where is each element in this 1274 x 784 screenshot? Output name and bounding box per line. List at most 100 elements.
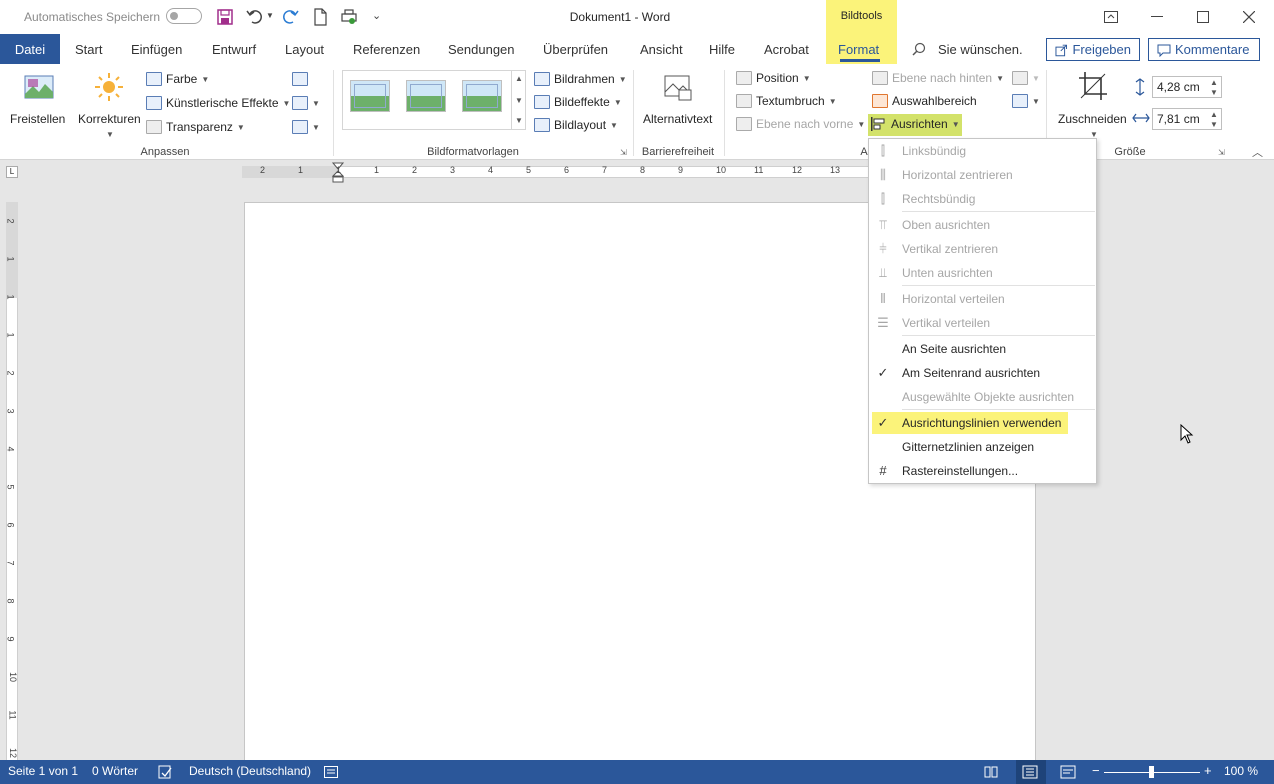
- rotate-icon[interactable]: [1012, 94, 1028, 108]
- print-preview-icon[interactable]: [340, 8, 358, 26]
- proofing-icon[interactable]: [158, 765, 172, 779]
- minimize-icon[interactable]: [1134, 0, 1180, 34]
- menu-item-align-to-margin[interactable]: ✓ Am Seitenrand ausrichten: [869, 361, 1096, 385]
- menu-item-align-to-page[interactable]: An Seite ausrichten: [869, 337, 1096, 361]
- scroll-down-icon[interactable]: ▼: [515, 96, 523, 105]
- wrap-text-button[interactable]: Textumbruch ▼: [736, 94, 837, 108]
- web-layout-icon[interactable]: [1060, 765, 1076, 779]
- selection-pane-button[interactable]: Auswahlbereich: [872, 94, 977, 108]
- color-button[interactable]: Farbe ▼: [146, 72, 209, 86]
- save-icon[interactable]: [216, 8, 234, 26]
- change-picture-icon[interactable]: [292, 96, 308, 110]
- read-mode-icon[interactable]: [984, 765, 998, 779]
- corrections-button[interactable]: Korrekturen ▼: [76, 70, 142, 140]
- print-layout-icon[interactable]: [1022, 765, 1038, 779]
- zoom-slider-thumb[interactable]: [1149, 766, 1154, 778]
- chevron-down-icon[interactable]: ▼: [1032, 97, 1040, 106]
- dialog-launcher-icon[interactable]: ⇲: [1218, 148, 1225, 157]
- width-down-icon[interactable]: ▼: [1210, 120, 1218, 129]
- picture-style-thumbnail[interactable]: [350, 80, 390, 112]
- tab-view[interactable]: Ansicht: [640, 42, 683, 57]
- menu-item-align-right[interactable]: ⫿ Rechtsbündig: [869, 187, 1096, 211]
- macro-recording-icon[interactable]: [324, 766, 338, 778]
- zoom-in-icon[interactable]: +: [1204, 763, 1212, 778]
- chevron-down-icon[interactable]: ▼: [312, 99, 320, 108]
- undo-icon[interactable]: [246, 8, 264, 26]
- tab-start[interactable]: Start: [75, 42, 102, 57]
- new-document-icon[interactable]: [311, 8, 329, 26]
- ruler-number: 4: [488, 165, 494, 175]
- tab-format[interactable]: Format: [838, 42, 879, 57]
- menu-item-align-middle[interactable]: ⫩ Vertikal zentrieren: [869, 237, 1096, 261]
- group-objects-icon[interactable]: [1012, 71, 1028, 85]
- autosave-toggle[interactable]: [166, 8, 202, 24]
- remove-background-button[interactable]: Freistellen: [10, 70, 68, 140]
- picture-layout-button[interactable]: Bildlayout ▼: [534, 118, 618, 132]
- group-separator: [333, 70, 334, 156]
- menu-item-use-alignment-guides[interactable]: ✓ Ausrichtungslinien verwenden: [869, 411, 1096, 435]
- ribbon-display-options-icon[interactable]: [1088, 0, 1134, 34]
- page-count[interactable]: Seite 1 von 1: [8, 764, 78, 778]
- customize-qat-icon[interactable]: ⌄: [372, 9, 381, 22]
- send-backward-button[interactable]: Ebene nach hinten ▼: [872, 71, 1004, 85]
- reset-picture-icon[interactable]: [292, 120, 308, 134]
- tab-help[interactable]: Hilfe: [709, 42, 735, 57]
- lightbulb-search-icon[interactable]: [912, 42, 926, 56]
- tab-file[interactable]: Datei: [0, 34, 60, 64]
- tab-design[interactable]: Entwurf: [212, 42, 256, 57]
- menu-item-label: Oben ausrichten: [902, 218, 991, 232]
- transparency-button[interactable]: Transparenz ▼: [146, 120, 245, 134]
- menu-item-grid-settings[interactable]: # Rastereinstellungen...: [869, 459, 1096, 483]
- tab-selector-icon[interactable]: L: [6, 166, 18, 178]
- word-count[interactable]: 0 Wörter: [92, 764, 138, 778]
- zoom-level[interactable]: 100 %: [1224, 764, 1258, 778]
- zoom-out-icon[interactable]: −: [1092, 763, 1100, 778]
- tab-review[interactable]: Überprüfen: [543, 42, 608, 57]
- collapse-ribbon-icon[interactable]: ︿: [1252, 144, 1263, 160]
- chevron-down-icon[interactable]: ▼: [312, 123, 320, 132]
- maximize-icon[interactable]: [1180, 0, 1226, 34]
- scroll-up-icon[interactable]: ▲: [515, 74, 523, 83]
- crop-button[interactable]: Zuschneiden ▼: [1056, 70, 1130, 140]
- artistic-effects-button[interactable]: Künstlerische Effekte ▼: [146, 96, 290, 110]
- chevron-down-icon[interactable]: ▼: [1032, 74, 1040, 83]
- height-up-icon[interactable]: ▲: [1210, 78, 1218, 87]
- menu-item-distribute-horizontally[interactable]: ⫴ Horizontal verteilen: [869, 287, 1096, 311]
- dialog-launcher-icon[interactable]: ⇲: [620, 148, 627, 157]
- menu-item-align-bottom[interactable]: ⫫ Unten ausrichten: [869, 261, 1096, 285]
- alt-text-button[interactable]: Alternativtext: [640, 70, 716, 140]
- close-icon[interactable]: [1226, 0, 1272, 34]
- ruler-number: 5: [5, 484, 16, 490]
- position-button[interactable]: Position ▼: [736, 71, 811, 85]
- tab-mailings[interactable]: Sendungen: [448, 42, 515, 57]
- menu-item-distribute-vertically[interactable]: ☰ Vertikal verteilen: [869, 311, 1096, 335]
- picture-border-button[interactable]: Bildrahmen ▼: [534, 72, 627, 86]
- menu-item-align-selected-objects[interactable]: Ausgewählte Objekte ausrichten: [869, 385, 1096, 409]
- align-button[interactable]: Ausrichten ▼: [871, 117, 960, 131]
- tab-references[interactable]: Referenzen: [353, 42, 420, 57]
- tab-acrobat[interactable]: Acrobat: [764, 42, 809, 57]
- share-button[interactable]: Freigeben: [1046, 38, 1140, 61]
- undo-dropdown-icon[interactable]: ▼: [266, 11, 274, 20]
- picture-style-thumbnail[interactable]: [462, 80, 502, 112]
- height-down-icon[interactable]: ▼: [1210, 88, 1218, 97]
- gallery-more-icon[interactable]: ▼: [515, 116, 523, 125]
- ruler-number: 1: [374, 165, 380, 175]
- menu-item-align-left[interactable]: ⫿ Linksbündig: [869, 139, 1096, 163]
- picture-style-thumbnail[interactable]: [406, 80, 446, 112]
- chevron-down-icon: ▼: [951, 119, 960, 129]
- tell-me-input[interactable]: Sie wünschen.: [938, 42, 1023, 57]
- picture-effects-button[interactable]: Bildeffekte ▼: [534, 95, 622, 109]
- menu-item-align-top[interactable]: ⫪ Oben ausrichten: [869, 213, 1096, 237]
- bring-forward-button[interactable]: Ebene nach vorne ▼: [736, 117, 865, 131]
- compress-pictures-icon[interactable]: [292, 72, 308, 86]
- menu-item-align-center[interactable]: ⫼ Horizontal zentrieren: [869, 163, 1096, 187]
- comments-button[interactable]: Kommentare: [1148, 38, 1260, 61]
- language[interactable]: Deutsch (Deutschland): [189, 764, 311, 778]
- width-up-icon[interactable]: ▲: [1210, 110, 1218, 119]
- tab-layout[interactable]: Layout: [285, 42, 324, 57]
- tab-insert[interactable]: Einfügen: [131, 42, 182, 57]
- gallery-scroll[interactable]: ▲ ▼ ▼: [511, 70, 526, 130]
- redo-icon[interactable]: [281, 8, 299, 26]
- menu-item-view-gridlines[interactable]: Gitternetzlinien anzeigen: [869, 435, 1096, 459]
